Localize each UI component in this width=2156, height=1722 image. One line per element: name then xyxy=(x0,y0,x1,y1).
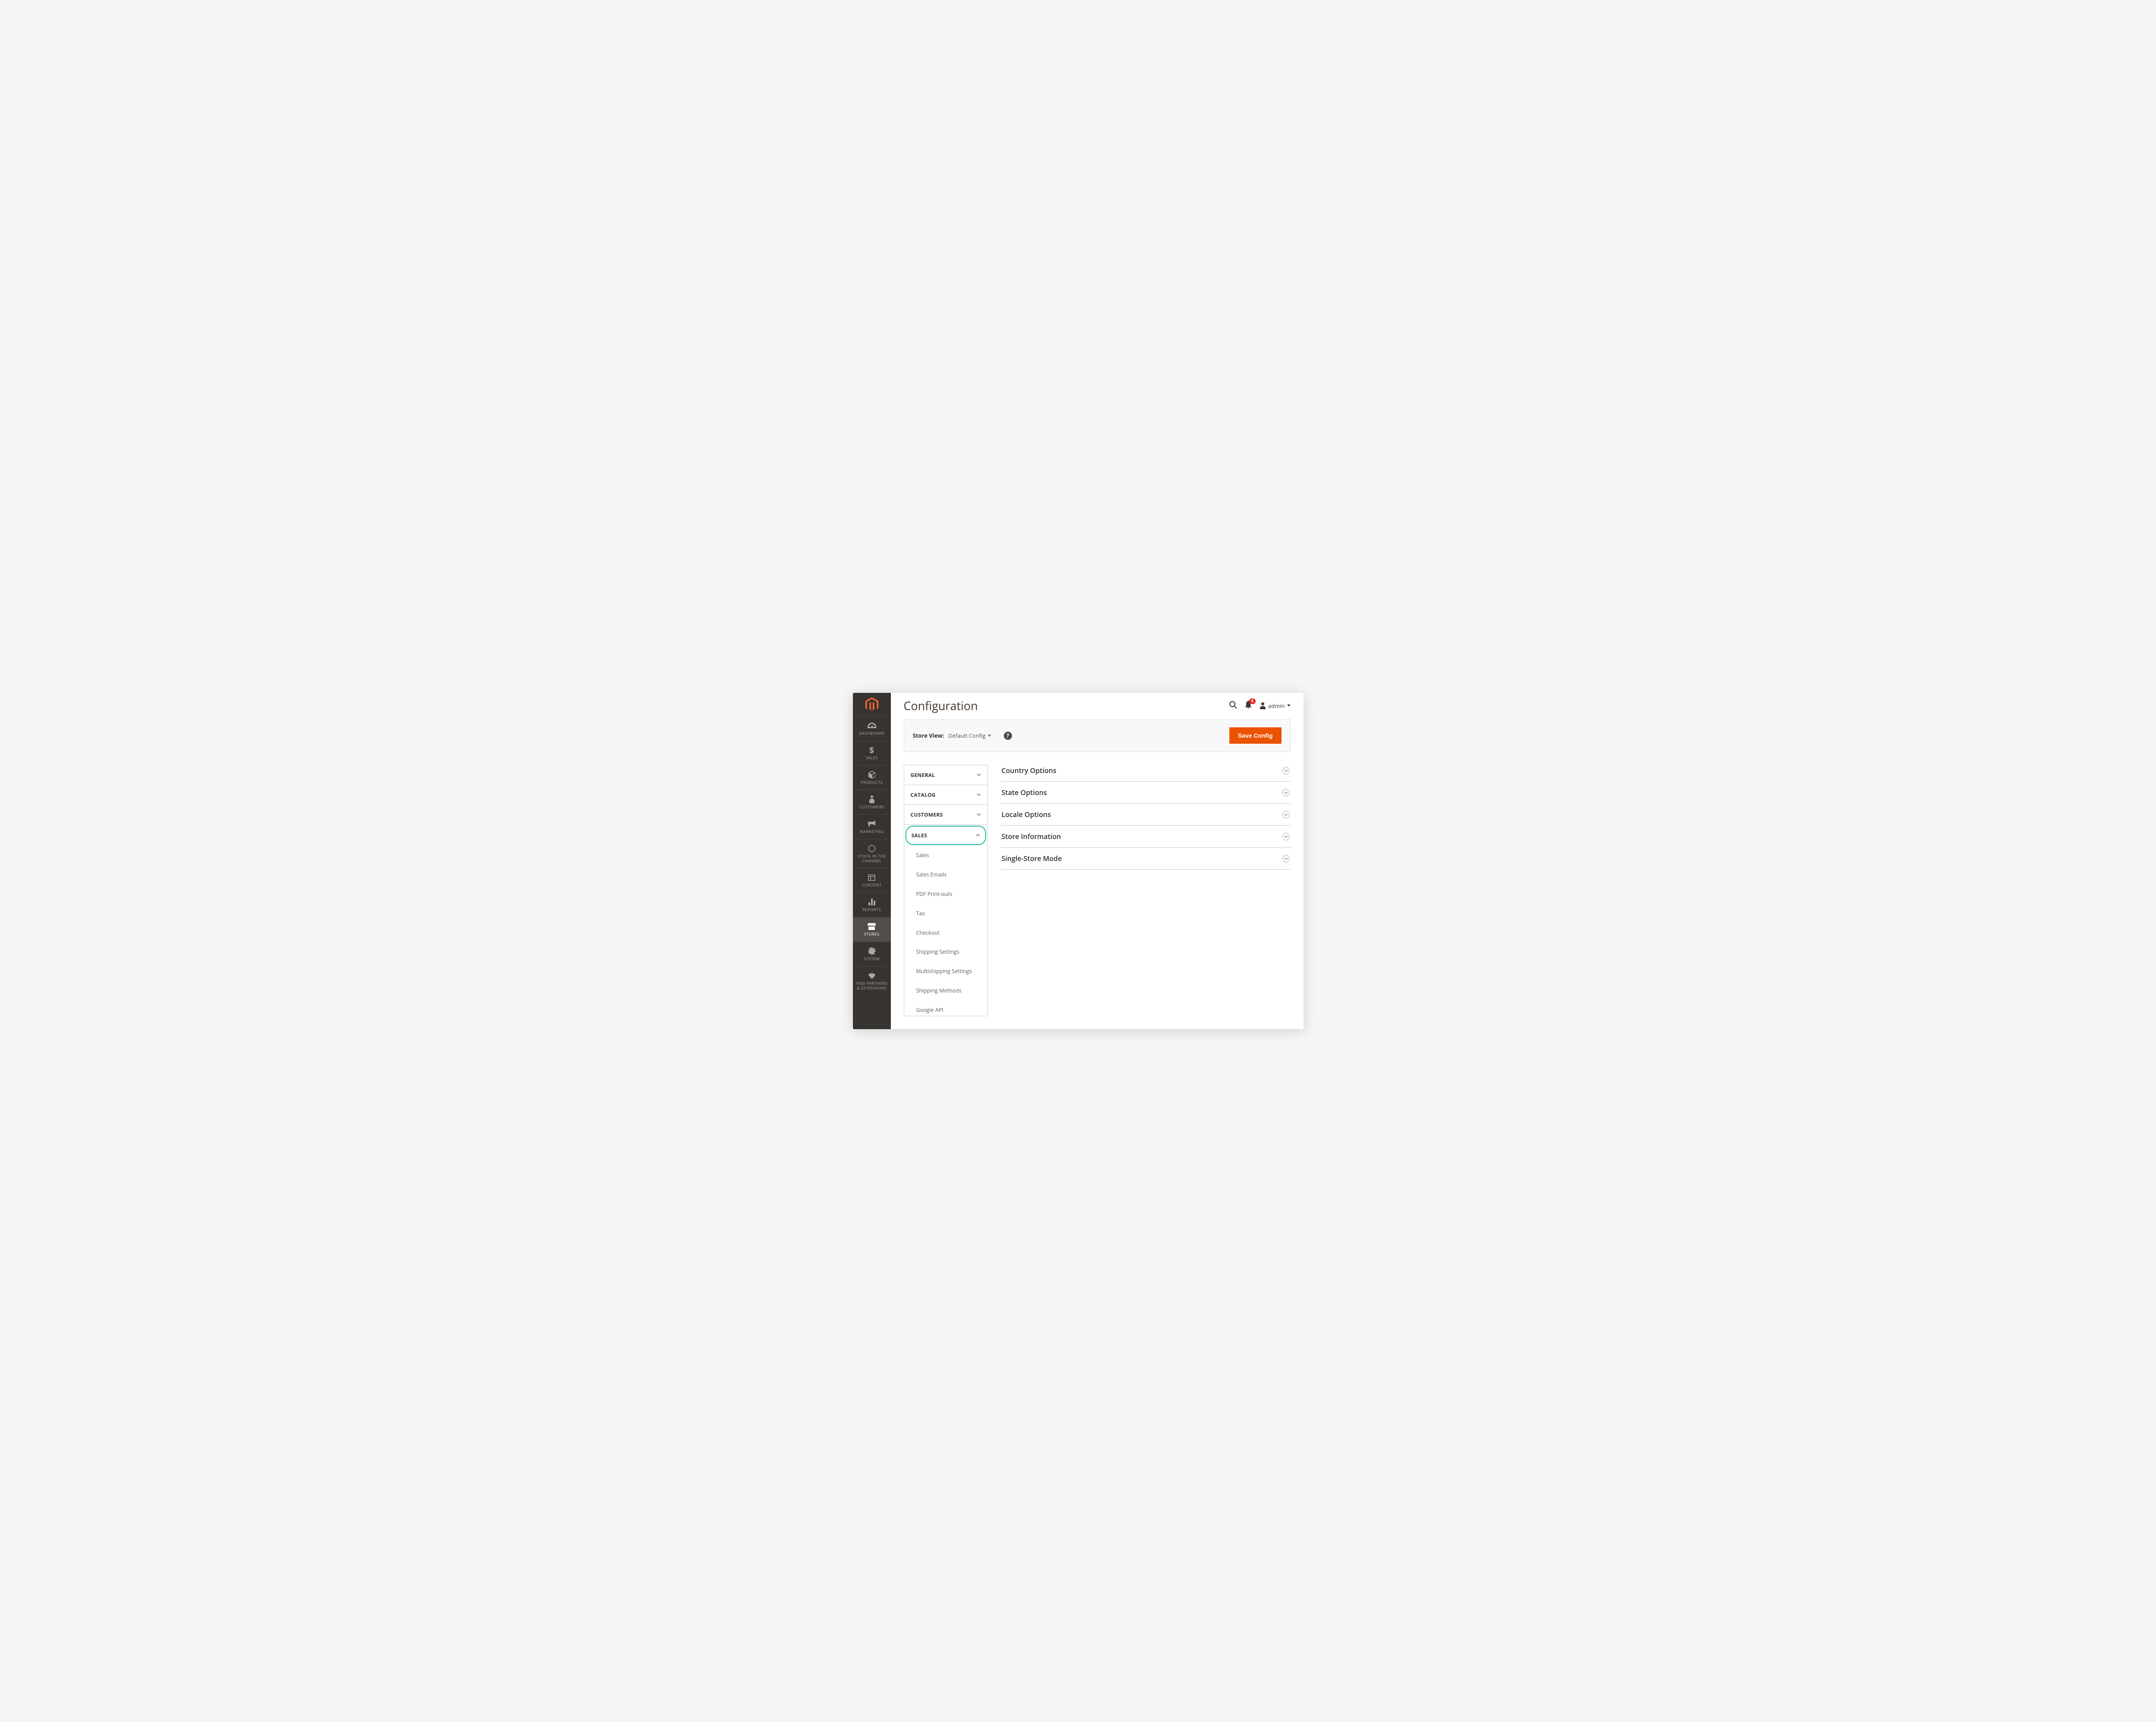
chevron-down-icon xyxy=(977,791,981,798)
config-panels: Country Options State Options Locale Opt… xyxy=(1001,765,1291,1016)
chevron-down-icon xyxy=(988,735,991,737)
user-icon xyxy=(1260,702,1266,709)
nav-system[interactable]: SYSTEM xyxy=(853,942,891,966)
expand-icon xyxy=(1282,789,1290,796)
config-section-general: GENERAL xyxy=(904,765,987,785)
nav-dashboard[interactable]: DASHBOARD xyxy=(853,716,891,741)
nav-content[interactable]: CONTENT xyxy=(853,868,891,892)
nav-label: DASHBOARD xyxy=(859,731,884,736)
config-nav: GENERAL CATALOG CUSTOMERS xyxy=(904,765,988,1016)
config-section-customers: CUSTOMERS xyxy=(904,805,987,825)
section-items-sales: Sales Sales Emails PDF Print-outs Tax Ch… xyxy=(904,846,987,1016)
nav-partners[interactable]: FIND PARTNERS & EXTENSIONS xyxy=(853,966,891,996)
person-icon xyxy=(869,795,874,804)
store-view-switcher: Store View: Default Config xyxy=(913,732,991,739)
gear-icon xyxy=(868,947,876,955)
item-google-api[interactable]: Google API xyxy=(904,1001,987,1016)
section-header-general[interactable]: GENERAL xyxy=(904,765,987,785)
toolbar: Store View: Default Config ? Save Config xyxy=(904,719,1291,752)
admin-window: DASHBOARD $ SALES PRODUCTS CUSTOMERS MAR… xyxy=(853,693,1304,1029)
store-view-label: Store View: xyxy=(913,732,944,739)
page-title: Configuration xyxy=(904,698,1229,714)
admin-sidebar: DASHBOARD $ SALES PRODUCTS CUSTOMERS MAR… xyxy=(853,693,891,1029)
page-header: Configuration 8 admin xyxy=(891,693,1304,719)
nav-stock-channel[interactable]: STOCK IN THE CHANNEL xyxy=(853,839,891,868)
nav-label: FIND PARTNERS & EXTENSIONS xyxy=(854,981,890,991)
nav-label: MARKETING xyxy=(859,830,884,834)
section-header-customers[interactable]: CUSTOMERS xyxy=(904,805,987,824)
user-menu[interactable]: admin xyxy=(1260,702,1290,710)
config-section-sales: SALES Sales Sales Emails PDF Print-outs … xyxy=(904,826,987,1016)
nav-stores[interactable]: STORES xyxy=(853,917,891,942)
nav-sales[interactable]: $ SALES xyxy=(853,741,891,765)
magento-logo[interactable] xyxy=(853,693,891,716)
chevron-up-icon xyxy=(976,832,980,839)
item-shipping-settings[interactable]: Shipping Settings xyxy=(904,942,987,962)
partners-icon xyxy=(868,971,876,980)
chart-icon xyxy=(868,898,875,906)
panel-single-store-mode[interactable]: Single-Store Mode xyxy=(1001,848,1291,870)
nav-label: STOCK IN THE CHANNEL xyxy=(854,854,890,864)
megaphone-icon xyxy=(868,820,876,828)
nav-products[interactable]: PRODUCTS xyxy=(853,765,891,790)
chevron-down-icon xyxy=(977,811,981,818)
store-view-dropdown[interactable]: Default Config xyxy=(948,732,990,739)
expand-icon xyxy=(1282,811,1290,818)
panel-locale-options[interactable]: Locale Options xyxy=(1001,804,1291,826)
config-section-catalog: CATALOG xyxy=(904,785,987,805)
box-icon xyxy=(868,770,876,779)
item-multishipping[interactable]: Multishipping Settings xyxy=(904,962,987,981)
expand-icon xyxy=(1282,855,1290,862)
expand-icon xyxy=(1282,767,1290,774)
item-sales[interactable]: Sales xyxy=(904,846,987,865)
nav-label: PRODUCTS xyxy=(861,780,883,785)
header-actions: 8 admin xyxy=(1229,701,1290,711)
help-icon[interactable]: ? xyxy=(1004,732,1012,740)
search-icon[interactable] xyxy=(1229,701,1237,711)
hexagon-icon xyxy=(868,844,876,853)
store-icon xyxy=(868,922,876,931)
chevron-down-icon xyxy=(1287,704,1291,707)
item-checkout[interactable]: Checkout xyxy=(904,924,987,943)
nav-label: CONTENT xyxy=(862,883,882,888)
item-pdf-printouts[interactable]: PDF Print-outs xyxy=(904,885,987,904)
section-header-catalog[interactable]: CATALOG xyxy=(904,785,987,805)
nav-label: SYSTEM xyxy=(864,957,880,961)
nav-reports[interactable]: REPORTS xyxy=(853,892,891,917)
dashboard-icon xyxy=(868,721,876,730)
nav-label: SALES xyxy=(865,756,877,761)
item-tax[interactable]: Tax xyxy=(904,904,987,924)
nav-label: REPORTS xyxy=(862,908,881,912)
notification-badge: 8 xyxy=(1249,698,1256,704)
expand-icon xyxy=(1282,833,1290,840)
nav-marketing[interactable]: MARKETING xyxy=(853,814,891,839)
main-content: Configuration 8 admin Store View: xyxy=(891,693,1304,1029)
nav-label: CUSTOMERS xyxy=(859,805,884,810)
username: admin xyxy=(1268,702,1285,710)
notification-icon[interactable]: 8 xyxy=(1245,701,1252,711)
layout-icon xyxy=(868,873,875,882)
item-shipping-methods[interactable]: Shipping Methods xyxy=(904,981,987,1001)
nav-label: STORES xyxy=(864,932,880,937)
save-config-button[interactable]: Save Config xyxy=(1229,727,1282,744)
nav-customers[interactable]: CUSTOMERS xyxy=(853,790,891,814)
panel-country-options[interactable]: Country Options xyxy=(1001,765,1291,782)
chevron-down-icon xyxy=(977,771,981,779)
item-sales-emails[interactable]: Sales Emails xyxy=(904,865,987,885)
panel-state-options[interactable]: State Options xyxy=(1001,782,1291,804)
panel-store-information[interactable]: Store Information xyxy=(1001,826,1291,848)
dollar-icon: $ xyxy=(869,746,874,755)
section-header-sales[interactable]: SALES xyxy=(906,826,986,845)
config-content: GENERAL CATALOG CUSTOMERS xyxy=(891,752,1304,1029)
